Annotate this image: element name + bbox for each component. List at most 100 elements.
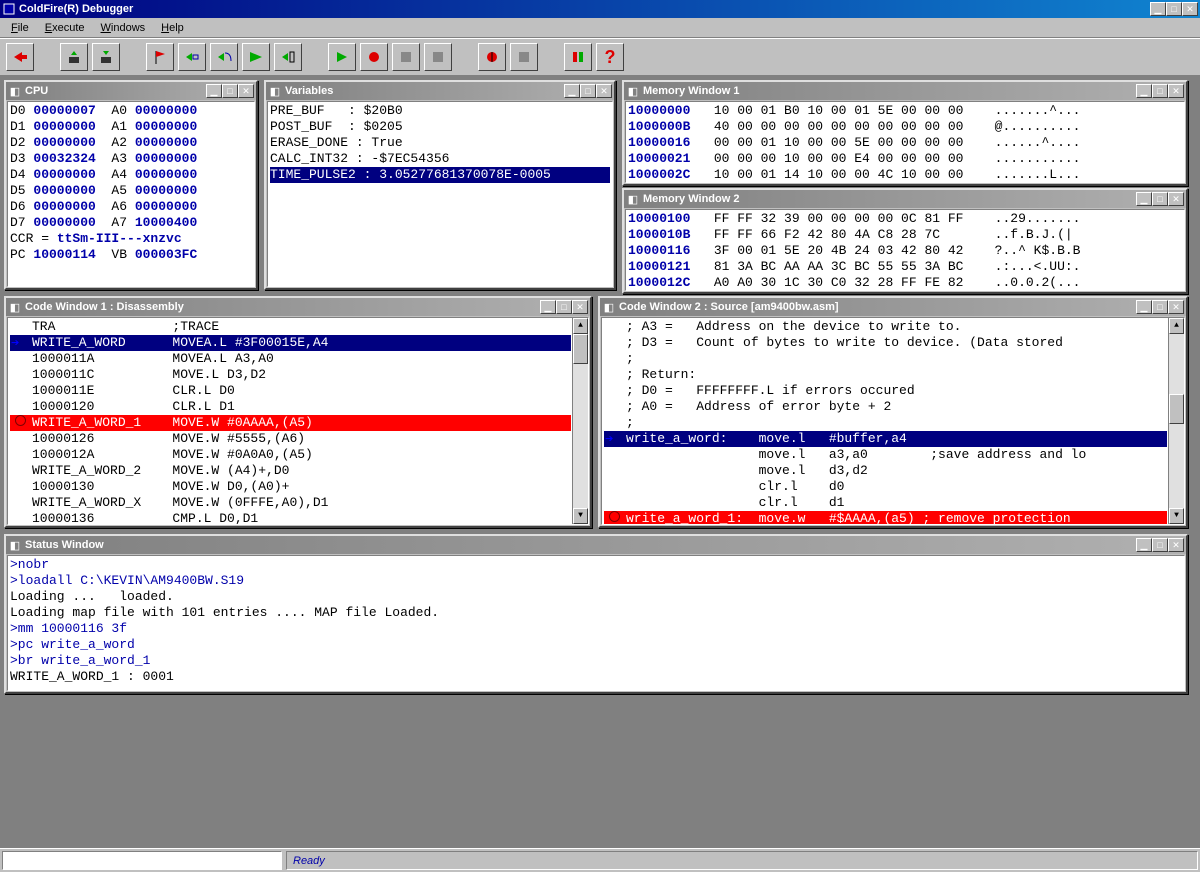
- step-into-button[interactable]: [178, 43, 206, 71]
- memory-row[interactable]: 1000002C 10 00 01 14 10 00 00 4C 10 00 0…: [628, 167, 1182, 183]
- scroll-down-icon[interactable]: ▼: [573, 508, 588, 524]
- menu-file[interactable]: File: [4, 20, 36, 36]
- menu-execute[interactable]: Execute: [38, 20, 92, 36]
- halt-button[interactable]: [510, 43, 538, 71]
- code-row[interactable]: move.l a3,a0 ;save address and lo: [604, 447, 1167, 463]
- code-row[interactable]: WRITE_A_WORD_X MOVE.W (0FFFE,A0),D1: [10, 495, 571, 511]
- maximize-button[interactable]: □: [1152, 538, 1168, 552]
- code1-content[interactable]: TRA ;TRACE➔WRITE_A_WORD MOVEA.L #3F00015…: [7, 317, 589, 525]
- maximize-button[interactable]: □: [1152, 84, 1168, 98]
- status-content[interactable]: >nobr>loadall C:\KEVIN\AM9400BW.S19Loadi…: [7, 555, 1185, 691]
- code2-content[interactable]: ; A3 = Address on the device to write to…: [601, 317, 1185, 525]
- status-titlebar[interactable]: ◧ Status Window ▁□✕: [6, 536, 1186, 554]
- variables-titlebar[interactable]: ◧ Variables ▁□✕: [266, 82, 614, 100]
- code-row[interactable]: ; D0 = FFFFFFFF.L if errors occured: [604, 383, 1167, 399]
- close-button[interactable]: ✕: [572, 300, 588, 314]
- stop1-button[interactable]: [392, 43, 420, 71]
- command-input[interactable]: [2, 851, 282, 870]
- memory1-content[interactable]: 10000000 10 00 01 B0 10 00 01 5E 00 00 0…: [625, 101, 1185, 183]
- run-to-cursor-button[interactable]: [274, 43, 302, 71]
- close-button[interactable]: ✕: [1168, 192, 1184, 206]
- variable-row[interactable]: CALC_INT32 : -$7EC54356: [270, 151, 610, 167]
- code-row[interactable]: 1000011A MOVEA.L A3,A0: [10, 351, 571, 367]
- memory2-titlebar[interactable]: ◧ Memory Window 2 ▁□✕: [624, 190, 1186, 208]
- scrollbar[interactable]: ▲▼: [572, 318, 588, 524]
- code-row[interactable]: 10000130 MOVE.W D0,(A0)+: [10, 479, 571, 495]
- code-row[interactable]: write_a_word: move.l #buffer,a4: [604, 431, 1167, 447]
- code-row[interactable]: write_a_word_1: move.w #$AAAA,(a5) ; rem…: [604, 511, 1167, 525]
- code-row[interactable]: ➔WRITE_A_WORD MOVEA.L #3F00015E,A4: [10, 335, 571, 351]
- minimize-button[interactable]: ▁: [206, 84, 222, 98]
- code-row[interactable]: WRITE_A_WORD_1 MOVE.W #0AAAA,(A5): [10, 415, 571, 431]
- step-over-button[interactable]: [210, 43, 238, 71]
- variable-row[interactable]: POST_BUF : $0205: [270, 119, 610, 135]
- register-row[interactable]: D5 00000000 A5 00000000: [10, 183, 252, 199]
- maximize-button[interactable]: □: [1166, 2, 1182, 16]
- variable-row[interactable]: ERASE_DONE : True: [270, 135, 610, 151]
- menu-help[interactable]: Help: [154, 20, 191, 36]
- code-row[interactable]: 1000012A MOVE.W #0A0A0,(A5): [10, 447, 571, 463]
- close-button[interactable]: ✕: [238, 84, 254, 98]
- scroll-up-icon[interactable]: ▲: [1169, 318, 1184, 334]
- load-up-button[interactable]: [92, 43, 120, 71]
- help-button[interactable]: ?: [596, 43, 624, 71]
- register-row[interactable]: D2 00000000 A2 00000000: [10, 135, 252, 151]
- close-button[interactable]: ✕: [1182, 2, 1198, 16]
- memory1-titlebar[interactable]: ◧ Memory Window 1 ▁□✕: [624, 82, 1186, 100]
- close-button[interactable]: ✕: [596, 84, 612, 98]
- close-button[interactable]: ✕: [1168, 538, 1184, 552]
- code-row[interactable]: 10000126 MOVE.W #5555,(A6): [10, 431, 571, 447]
- code-row[interactable]: ; A0 = Address of error byte + 2: [604, 399, 1167, 415]
- code1-titlebar[interactable]: ◧ Code Window 1 : Disassembly ▁□✕: [6, 298, 590, 316]
- code-row[interactable]: 10000136 CMP.L D0,D1: [10, 511, 571, 525]
- code-row[interactable]: move.l d3,d2: [604, 463, 1167, 479]
- memory-row[interactable]: 1000010B FF FF 66 F2 42 80 4A C8 28 7C .…: [628, 227, 1182, 243]
- go-button[interactable]: [328, 43, 356, 71]
- browse-button[interactable]: [478, 43, 506, 71]
- code-row[interactable]: ; A3 = Address on the device to write to…: [604, 319, 1167, 335]
- minimize-button[interactable]: ▁: [540, 300, 556, 314]
- record-button[interactable]: [360, 43, 388, 71]
- memory-row[interactable]: 10000121 81 3A BC AA AA 3C BC 55 55 3A B…: [628, 259, 1182, 275]
- minimize-button[interactable]: ▁: [564, 84, 580, 98]
- memory-row[interactable]: 10000100 FF FF 32 39 00 00 00 00 0C 81 F…: [628, 211, 1182, 227]
- maximize-button[interactable]: □: [1152, 192, 1168, 206]
- memory-row[interactable]: 10000016 00 00 01 10 00 00 5E 00 00 00 0…: [628, 135, 1182, 151]
- register-row[interactable]: D0 00000007 A0 00000000: [10, 103, 252, 119]
- code-row[interactable]: clr.l d0: [604, 479, 1167, 495]
- memory-row[interactable]: 10000116 3F 00 01 5E 20 4B 24 03 42 80 4…: [628, 243, 1182, 259]
- register-row[interactable]: D3 00032324 A3 00000000: [10, 151, 252, 167]
- scroll-up-icon[interactable]: ▲: [573, 318, 588, 334]
- breakpoint-icon[interactable]: [609, 511, 620, 522]
- maximize-button[interactable]: □: [222, 84, 238, 98]
- menu-windows[interactable]: Windows: [94, 20, 153, 36]
- memory-row[interactable]: 10000000 10 00 01 B0 10 00 01 5E 00 00 0…: [628, 103, 1182, 119]
- code-row[interactable]: ;: [604, 415, 1167, 431]
- maximize-button[interactable]: □: [1152, 300, 1168, 314]
- variable-row[interactable]: PRE_BUF : $20B0: [270, 103, 610, 119]
- stop2-button[interactable]: [424, 43, 452, 71]
- code-row[interactable]: clr.l d1: [604, 495, 1167, 511]
- memory2-content[interactable]: 10000100 FF FF 32 39 00 00 00 00 0C 81 F…: [625, 209, 1185, 291]
- back-button[interactable]: [6, 43, 34, 71]
- minimize-button[interactable]: ▁: [1136, 84, 1152, 98]
- minimize-button[interactable]: ▁: [1136, 192, 1152, 206]
- app-sysmenu-icon[interactable]: [2, 2, 16, 16]
- code2-titlebar[interactable]: ◧ Code Window 2 : Source [am9400bw.asm] …: [600, 298, 1186, 316]
- scrollbar[interactable]: ▲▼: [1168, 318, 1184, 524]
- maximize-button[interactable]: □: [580, 84, 596, 98]
- scroll-down-icon[interactable]: ▼: [1169, 508, 1184, 524]
- memory-row[interactable]: 1000012C A0 A0 30 1C 30 C0 32 28 FF FE 8…: [628, 275, 1182, 291]
- code-row[interactable]: ; D3 = Count of bytes to write to device…: [604, 335, 1167, 351]
- code-row[interactable]: 10000120 CLR.L D1: [10, 399, 571, 415]
- minimize-button[interactable]: ▁: [1136, 538, 1152, 552]
- variables-content[interactable]: PRE_BUF : $20B0POST_BUF : $0205ERASE_DON…: [267, 101, 613, 287]
- code-row[interactable]: WRITE_A_WORD_2 MOVE.W (A4)+,D0: [10, 463, 571, 479]
- close-button[interactable]: ✕: [1168, 84, 1184, 98]
- register-row[interactable]: D1 00000000 A1 00000000: [10, 119, 252, 135]
- register-row[interactable]: PC 10000114 VB 000003FC: [10, 247, 252, 263]
- register-row[interactable]: CCR = ttSm-III---xnzvc: [10, 231, 252, 247]
- cpu-titlebar[interactable]: ◧ CPU ▁□✕: [6, 82, 256, 100]
- code-row[interactable]: ;: [604, 351, 1167, 367]
- memory-row[interactable]: 1000000B 40 00 00 00 00 00 00 00 00 00 0…: [628, 119, 1182, 135]
